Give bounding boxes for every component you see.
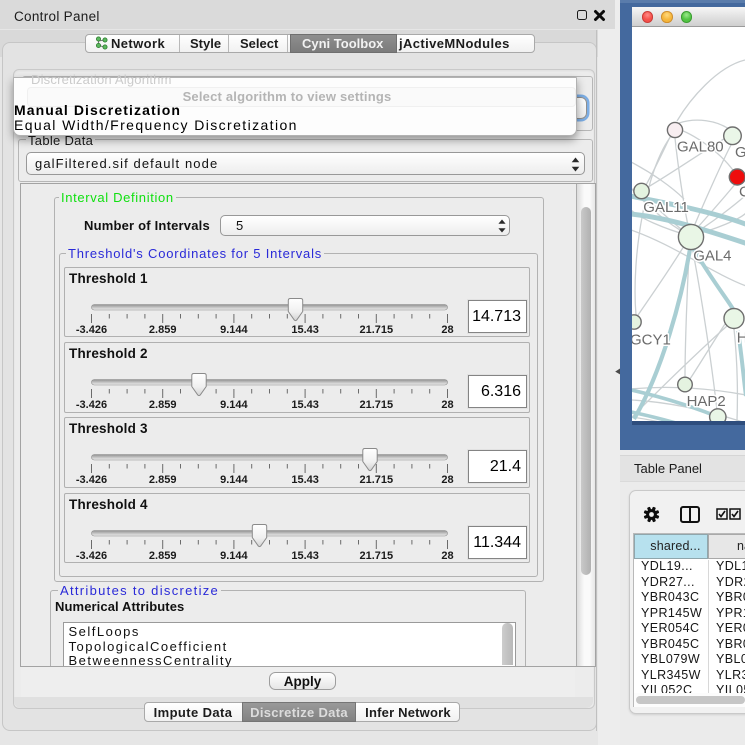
svg-text:28: 28	[441, 399, 453, 411]
svg-text:9.144: 9.144	[220, 324, 248, 336]
svg-text:2.859: 2.859	[148, 324, 176, 336]
svg-text:2.859: 2.859	[148, 399, 176, 411]
svg-text:GAL80: GAL80	[677, 138, 724, 155]
svg-text:9.144: 9.144	[220, 474, 248, 486]
svg-text:-3.426: -3.426	[75, 474, 106, 486]
svg-text:2.859: 2.859	[148, 474, 176, 486]
svg-text:28: 28	[441, 474, 453, 486]
svg-text:9.144: 9.144	[220, 550, 248, 562]
svg-text:21.715: 21.715	[359, 474, 393, 486]
svg-text:GCY1: GCY1	[632, 331, 671, 348]
svg-text:2.859: 2.859	[148, 550, 176, 562]
svg-text:GAL4: GAL4	[693, 247, 731, 264]
svg-text:21.715: 21.715	[359, 399, 393, 411]
svg-text:21.715: 21.715	[359, 324, 393, 336]
svg-text:-3.426: -3.426	[75, 399, 106, 411]
svg-text:21.715: 21.715	[359, 550, 393, 562]
svg-text:28: 28	[441, 550, 453, 562]
svg-text:C: C	[739, 184, 745, 201]
svg-text:9.144: 9.144	[220, 399, 248, 411]
svg-text:15.43: 15.43	[291, 550, 319, 562]
svg-text:15.43: 15.43	[291, 399, 319, 411]
svg-text:-3.426: -3.426	[75, 324, 106, 336]
svg-text:HAP2: HAP2	[686, 393, 725, 410]
svg-text:15.43: 15.43	[291, 324, 319, 336]
svg-text:15.43: 15.43	[291, 474, 319, 486]
svg-text:GAL11: GAL11	[643, 199, 689, 216]
svg-text:-3.426: -3.426	[75, 550, 106, 562]
svg-text:H: H	[736, 329, 745, 346]
svg-text:GA: GA	[735, 144, 745, 161]
svg-text:28: 28	[441, 324, 453, 336]
